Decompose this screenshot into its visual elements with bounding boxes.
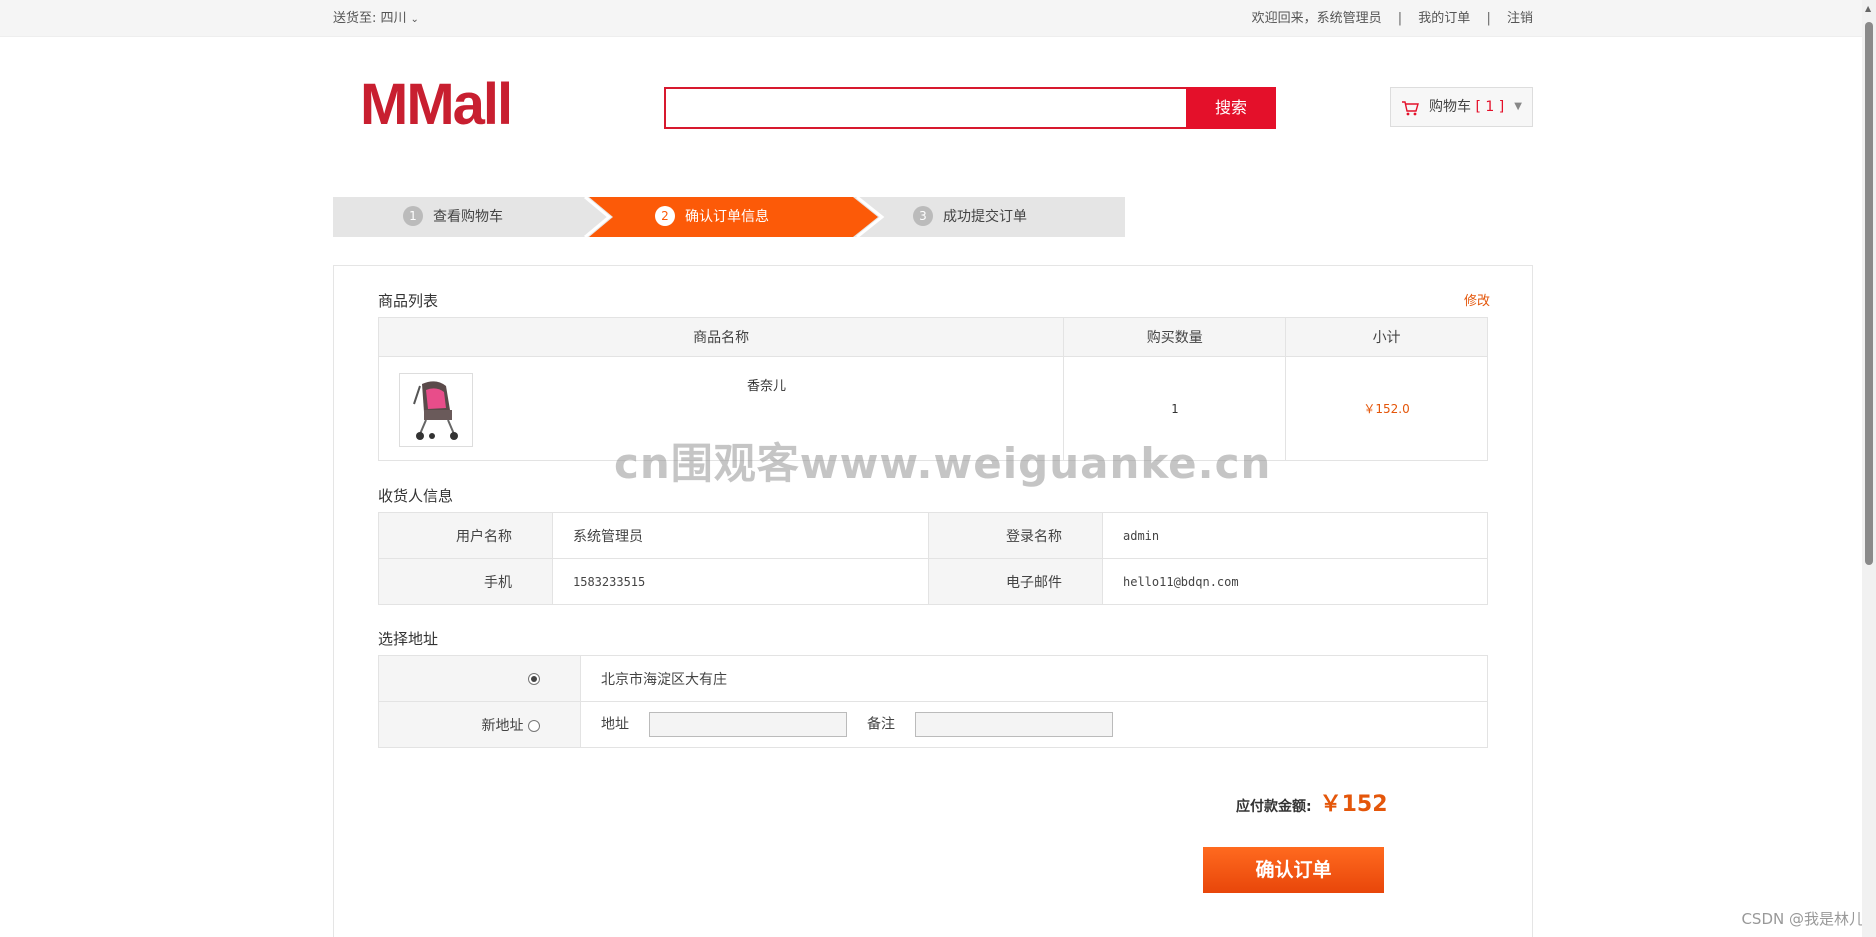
ship-to-label: 送货至: 四川 bbox=[333, 11, 407, 26]
logout-link[interactable]: 注销 bbox=[1507, 11, 1533, 26]
page: 送货至: 四川 ⌄ 欢迎回来，系统管理员 | 我的订单 | 注销 MMall 搜索… bbox=[0, 0, 1876, 937]
username-label: 用户名称 bbox=[378, 512, 553, 559]
username-value: 系统管理员 bbox=[552, 512, 929, 559]
address-field-label: 地址 bbox=[601, 716, 629, 733]
new-address-input[interactable] bbox=[649, 712, 847, 737]
select-address-title: 选择地址 bbox=[378, 630, 439, 648]
ship-to-selector[interactable]: 送货至: 四川 ⌄ bbox=[333, 0, 419, 38]
payable-label: 应付款金额: bbox=[1236, 799, 1312, 815]
login-label: 登录名称 bbox=[928, 512, 1103, 559]
email-value: hello11@bdqn.com bbox=[1102, 558, 1488, 605]
note-input[interactable] bbox=[915, 712, 1113, 737]
step-submit-order: 3 成功提交订单 bbox=[913, 197, 1113, 237]
top-bar: 送货至: 四川 ⌄ 欢迎回来，系统管理员 | 我的订单 | 注销 bbox=[0, 0, 1876, 37]
payable-total: 应付款金额: ￥152 bbox=[1236, 786, 1388, 818]
search-input[interactable] bbox=[664, 87, 1186, 129]
payable-amount: ￥152 bbox=[1319, 792, 1388, 817]
col-quantity: 购买数量 bbox=[1063, 317, 1287, 357]
col-product-name: 商品名称 bbox=[377, 317, 1065, 357]
chevron-down-icon: ⌄ bbox=[410, 14, 419, 25]
cart-label: 购物车 bbox=[1429, 99, 1471, 115]
product-subtotal: ￥152.0 bbox=[1285, 356, 1488, 461]
confirm-order-button[interactable]: 确认订单 bbox=[1203, 847, 1384, 893]
vertical-scrollbar[interactable]: ▲ bbox=[1862, 0, 1876, 937]
order-panel: 商品列表 修改 商品名称 购买数量 小计 香奈儿 1 ￥152.0 收货人信息 … bbox=[333, 265, 1533, 937]
receiver-info-title: 收货人信息 bbox=[378, 487, 454, 505]
note-field-label: 备注 bbox=[867, 716, 895, 733]
csdn-credit: CSDN @我是林儿 bbox=[1741, 910, 1864, 928]
search-button[interactable]: 搜索 bbox=[1186, 87, 1276, 129]
phone-value: 1583233515 bbox=[552, 558, 929, 605]
receiver-table: 用户名称 系统管理员 登录名称 admin 手机 1583233515 电子邮件… bbox=[378, 512, 1488, 605]
cart-count: [ 1 ] bbox=[1475, 99, 1505, 115]
login-value: admin bbox=[1102, 512, 1488, 559]
col-subtotal: 小计 bbox=[1285, 317, 1488, 357]
goods-list-title: 商品列表 bbox=[378, 292, 439, 310]
phone-label: 手机 bbox=[378, 558, 553, 605]
search-bar: 搜索 bbox=[664, 87, 1276, 129]
welcome-text: 欢迎回来，系统管理员 bbox=[1251, 11, 1382, 26]
scrollbar-thumb[interactable] bbox=[1865, 22, 1873, 565]
email-label: 电子邮件 bbox=[928, 558, 1103, 605]
cart-icon bbox=[1401, 88, 1419, 140]
new-address-label: 新地址 bbox=[481, 717, 524, 734]
checkout-steps: 1 查看购物车 2 确认订单信息 3 成功提交订单 bbox=[333, 197, 1125, 237]
product-image[interactable] bbox=[399, 373, 473, 447]
existing-address-radio[interactable] bbox=[528, 672, 540, 685]
logo[interactable]: MMall bbox=[360, 70, 513, 140]
scroll-up-icon: ▲ bbox=[1865, 4, 1872, 13]
caret-down-icon: ▼ bbox=[1514, 101, 1522, 112]
cart-button[interactable]: 购物车 [ 1 ] ▼ bbox=[1390, 87, 1533, 127]
new-address-radio[interactable] bbox=[528, 719, 540, 732]
step-confirm-order: 2 确认订单信息 bbox=[655, 197, 855, 237]
product-name[interactable]: 香奈儿 bbox=[747, 375, 786, 394]
edit-link[interactable]: 修改 bbox=[1464, 290, 1490, 309]
address-table: 北京市海淀区大有庄 新地址 地址 备注 bbox=[378, 655, 1488, 748]
my-orders-link[interactable]: 我的订单 bbox=[1418, 11, 1470, 26]
step-view-cart: 1 查看购物车 bbox=[403, 197, 583, 237]
watermark: cn围观客www.weiguanke.cn bbox=[614, 439, 1272, 488]
existing-address: 北京市海淀区大有庄 bbox=[580, 655, 1488, 702]
